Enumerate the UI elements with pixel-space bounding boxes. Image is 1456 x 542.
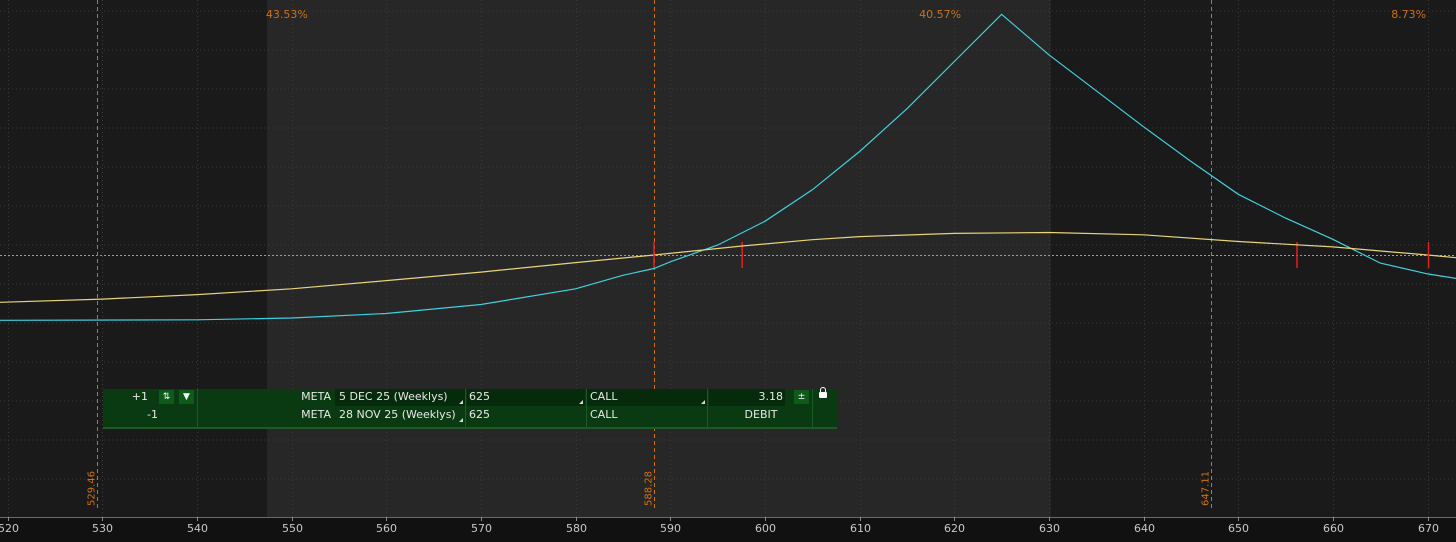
- strike-field[interactable]: 625: [467, 407, 585, 424]
- order-entry-panel: +1 ⇅ ▼ META 5 DEC 25 (Weeklys) 625 CALL …: [103, 387, 837, 429]
- symbol-field[interactable]: META: [198, 407, 333, 424]
- qty-stepper-icon[interactable]: ⇅: [159, 390, 174, 404]
- qty-field[interactable]: +1: [103, 389, 150, 406]
- probability-zone: [266, 0, 1051, 517]
- x-tick-label: 620: [944, 522, 965, 535]
- chart-canvas: 529.46 588.28 647.11 43.53% 40.57% 8.73% 520 53…: [0, 0, 1456, 542]
- expiration-select[interactable]: 28 NOV 25 (Weeklys): [335, 407, 465, 424]
- x-tick-label: 540: [187, 522, 208, 535]
- x-tick-label: 520: [0, 522, 19, 535]
- x-tick-label: 530: [92, 522, 113, 535]
- expiration-select[interactable]: 5 DEC 25 (Weeklys): [335, 389, 465, 406]
- column-divider: [707, 389, 708, 427]
- dropdown-corner-icon: [701, 400, 705, 404]
- x-tick-label: 640: [1134, 522, 1155, 535]
- strike-value: 625: [469, 390, 490, 403]
- x-tick-label: 670: [1418, 522, 1439, 535]
- type-field[interactable]: CALL: [587, 407, 707, 424]
- dropdown-corner-icon: [459, 418, 463, 422]
- column-divider: [465, 389, 466, 427]
- qty-field[interactable]: -1: [103, 407, 160, 424]
- x-tick-label: 550: [282, 522, 303, 535]
- column-divider: [812, 389, 813, 427]
- type-value: CALL: [590, 390, 618, 403]
- symbol-field[interactable]: META: [198, 389, 333, 406]
- x-tick-label: 580: [566, 522, 587, 535]
- probability-label: 8.73%: [1391, 8, 1426, 21]
- risk-profile-chart: 529.46 588.28 647.11 43.53% 40.57% 8.73% 520 53…: [0, 0, 1456, 542]
- qty-dropdown-icon[interactable]: ▼: [179, 390, 194, 404]
- x-tick-label: 590: [660, 522, 681, 535]
- lock-icon[interactable]: [819, 387, 827, 398]
- price-field[interactable]: 3.18: [709, 389, 785, 406]
- price-stepper-icon[interactable]: ±: [794, 390, 809, 404]
- dropdown-corner-icon: [579, 400, 583, 404]
- dropdown-corner-icon: [459, 400, 463, 404]
- x-tick-label: 660: [1323, 522, 1344, 535]
- x-tick-label: 570: [471, 522, 492, 535]
- type-select[interactable]: CALL: [587, 389, 707, 406]
- price-marker-label: 647.11: [1201, 471, 1212, 506]
- x-tick-label: 600: [755, 522, 776, 535]
- column-divider: [197, 389, 198, 427]
- probability-label: 43.53%: [266, 8, 308, 21]
- x-tick-label: 630: [1039, 522, 1060, 535]
- strike-select[interactable]: 625: [467, 389, 585, 406]
- order-leg-2: -1 META 28 NOV 25 (Weeklys) 625 CALL DEB…: [103, 407, 837, 424]
- x-tick-label: 560: [376, 522, 397, 535]
- order-leg-1: +1 ⇅ ▼ META 5 DEC 25 (Weeklys) 625 CALL …: [103, 387, 837, 406]
- expiration-value: 5 DEC 25 (Weeklys): [339, 390, 448, 403]
- x-tick-label: 650: [1228, 522, 1249, 535]
- debit-credit-label[interactable]: DEBIT: [709, 407, 813, 424]
- expiration-value: 28 NOV 25 (Weeklys): [339, 408, 456, 421]
- x-tick-label: 610: [850, 522, 871, 535]
- price-marker-label: 588.28: [644, 471, 655, 506]
- price-marker-label: 529.46: [87, 471, 98, 506]
- probability-label: 40.57%: [919, 8, 961, 21]
- column-divider: [586, 389, 587, 427]
